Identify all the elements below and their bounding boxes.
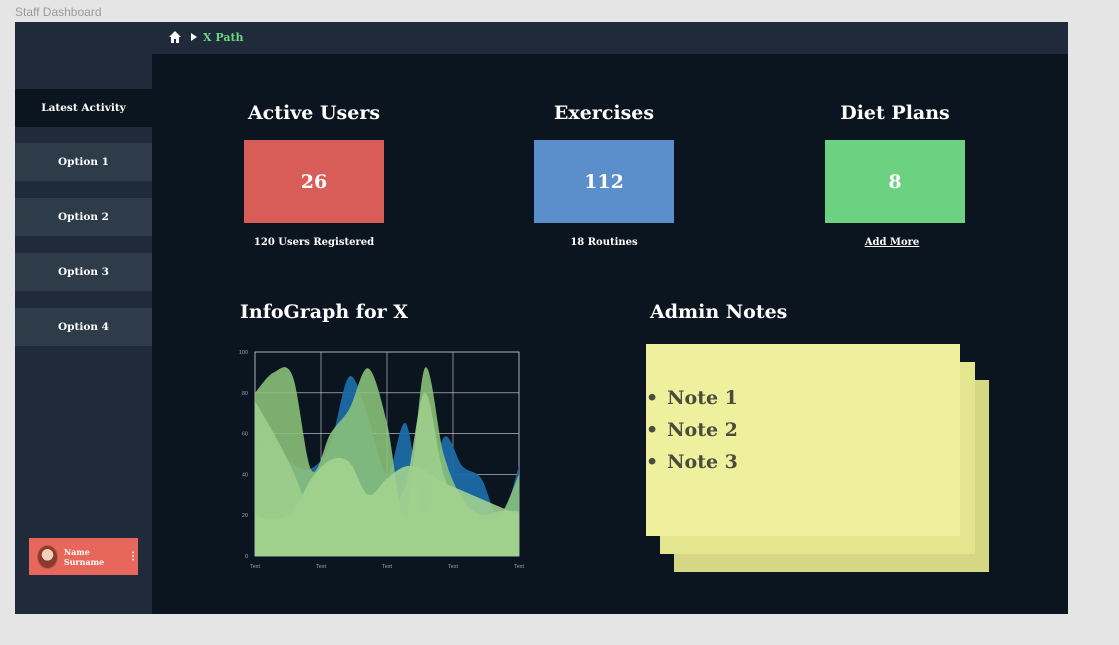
diet-plans-card[interactable]: 8	[825, 140, 965, 223]
x-tick-label: Text	[382, 564, 393, 570]
x-tick-label: Text	[316, 564, 327, 570]
y-tick-label: 40	[242, 472, 248, 478]
y-tick-label: 100	[239, 350, 248, 356]
breadcrumb[interactable]: X Path	[203, 31, 244, 44]
sidebar-item-option-1[interactable]: Option 1	[15, 143, 152, 181]
sidebar-item-option-4[interactable]: Option 4	[15, 308, 152, 346]
top-bar: X Path	[152, 22, 1068, 54]
diet-plans-title: Diet Plans	[840, 102, 950, 124]
y-tick-label: 60	[242, 432, 248, 438]
y-tick-label: 0	[245, 554, 248, 560]
active-users-card[interactable]: 26	[244, 140, 384, 223]
home-icon[interactable]	[168, 30, 182, 44]
sidebar-item-label: Option 3	[58, 266, 109, 278]
sidebar-item-option-3[interactable]: Option 3	[15, 253, 152, 291]
note-item[interactable]: Note 2	[646, 414, 926, 446]
avatar	[37, 544, 58, 569]
sidebar-item-label: Option 2	[58, 211, 109, 223]
x-tick-label: Text	[250, 564, 261, 570]
admin-notes-list: Note 1 Note 2 Note 3	[646, 382, 926, 478]
infograph-title: InfoGraph for X	[240, 301, 409, 323]
kebab-menu-icon[interactable]: ⋮	[128, 551, 138, 562]
sidebar-item-latest-activity[interactable]: Latest Activity	[15, 89, 152, 127]
admin-notes-title: Admin Notes	[650, 301, 788, 323]
user-profile-button[interactable]: Name Surname ⋮	[29, 538, 138, 575]
active-users-subtitle: 120 Users Registered	[253, 237, 375, 248]
x-tick-label: Text	[448, 564, 459, 570]
x-tick-label: Text	[514, 564, 525, 570]
sidebar-item-label: Option 4	[58, 321, 109, 333]
sidebar-item-label: Latest Activity	[41, 102, 126, 114]
infograph-chart: 100806040200Text Text Text Text Text	[239, 350, 525, 570]
staff-dashboard: Latest Activity Option 1 Option 2 Option…	[15, 22, 1068, 614]
profile-name: Name Surname	[63, 546, 105, 567]
sidebar-item-option-2[interactable]: Option 2	[15, 198, 152, 236]
exercises-card[interactable]: 112	[534, 140, 674, 223]
exercises-title: Exercises	[553, 102, 655, 124]
y-tick-label: 20	[242, 513, 248, 519]
y-tick-label: 80	[242, 391, 248, 397]
note-item[interactable]: Note 1	[646, 382, 926, 414]
note-item[interactable]: Note 3	[646, 446, 926, 478]
active-users-title: Active Users	[247, 102, 381, 124]
chevron-right-icon	[191, 33, 197, 41]
sidebar: Latest Activity Option 1 Option 2 Option…	[15, 22, 152, 614]
exercises-subtitle: 18 Routines	[570, 237, 638, 248]
sidebar-item-label: Option 1	[58, 156, 109, 168]
frame-title: Staff Dashboard	[15, 5, 102, 19]
add-more-link[interactable]: Add More	[792, 237, 992, 248]
